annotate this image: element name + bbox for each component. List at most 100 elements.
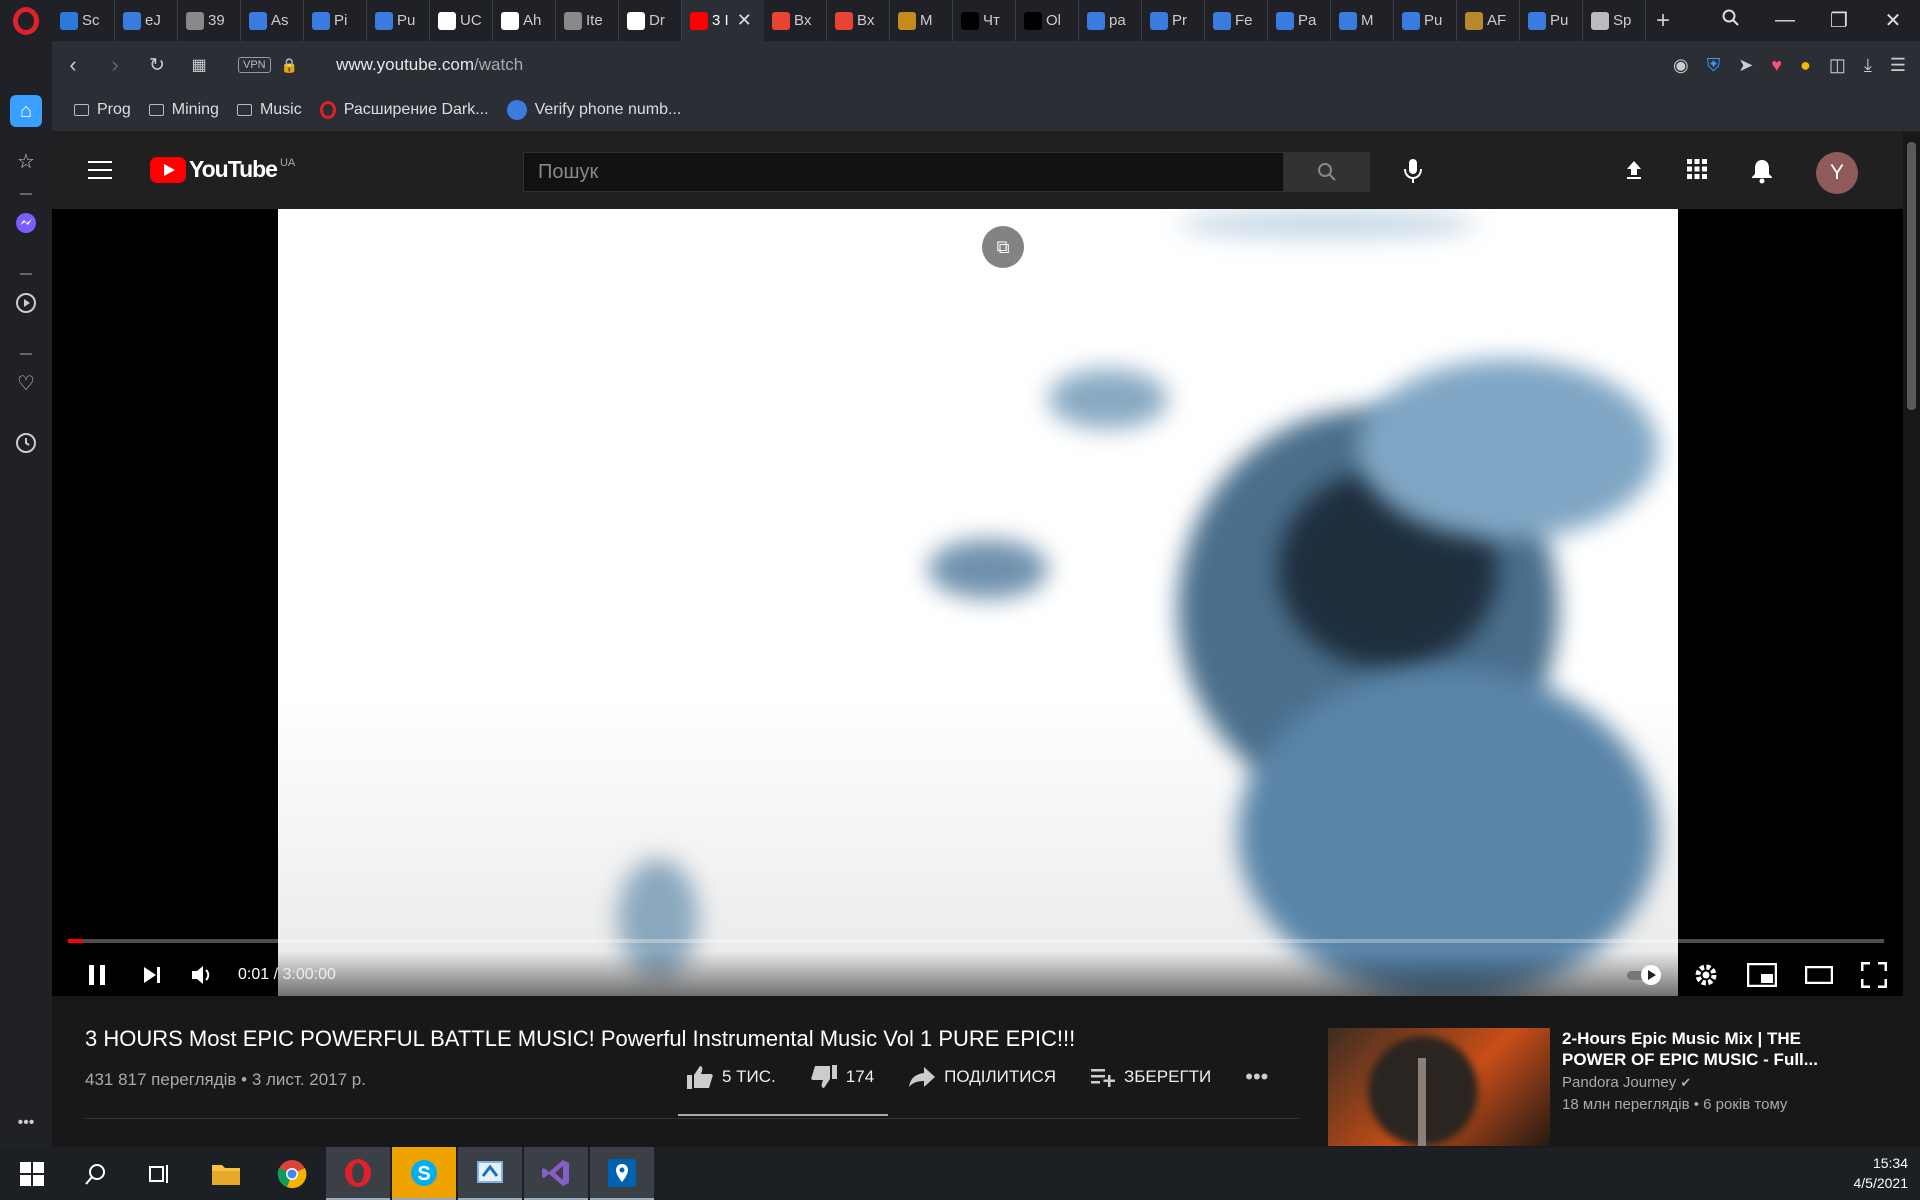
like-button[interactable]: 5 ТИС. <box>686 1064 776 1090</box>
save-button[interactable]: ЗБЕРЕГТИ <box>1090 1066 1211 1088</box>
tab[interactable]: UC <box>430 0 493 41</box>
camera-icon[interactable]: ◉ <box>1673 55 1689 76</box>
tab-search-icon[interactable] <box>1704 9 1758 33</box>
history-icon[interactable] <box>10 427 42 459</box>
tab[interactable]: Pr <box>1142 0 1205 41</box>
cube-icon[interactable]: ◫ <box>1829 55 1846 76</box>
tab[interactable]: Pi <box>304 0 367 41</box>
tab[interactable]: Ah <box>493 0 556 41</box>
scrollbar-thumb[interactable] <box>1907 142 1916 410</box>
easy-setup-icon[interactable]: ☰ <box>1890 55 1906 76</box>
tab[interactable]: Ol <box>1016 0 1079 41</box>
minimize-button[interactable]: — <box>1758 9 1812 32</box>
page-scrollbar[interactable] <box>1903 132 1920 1147</box>
recommended-title[interactable]: 2-Hours Epic Music Mix | THE POWER OF EP… <box>1562 1028 1862 1070</box>
bookmark-item[interactable]: Prog <box>74 101 131 119</box>
opera-taskbar-icon[interactable] <box>326 1147 390 1200</box>
tab[interactable]: As <box>241 0 304 41</box>
tab-active[interactable]: 3 I ✕ <box>682 0 764 41</box>
pause-button[interactable] <box>82 964 112 986</box>
speed-dial-icon[interactable]: ☆ <box>10 145 42 177</box>
new-tab-button[interactable]: + <box>1646 7 1680 35</box>
tab[interactable]: Dr <box>619 0 682 41</box>
heart-icon[interactable]: ♥ <box>1771 55 1782 76</box>
tab[interactable]: Fe <box>1205 0 1268 41</box>
skype-icon[interactable]: S <box>392 1147 456 1200</box>
settings-gear-icon[interactable] <box>1693 962 1719 988</box>
bookmark-item[interactable]: Verify phone numb... <box>506 100 681 120</box>
task-view-icon[interactable] <box>128 1147 192 1200</box>
forward-button[interactable]: › <box>94 52 136 78</box>
bookmark-item[interactable]: Mining <box>148 101 219 119</box>
volume-button[interactable] <box>188 964 218 986</box>
bookmark-item[interactable]: Music <box>236 101 302 119</box>
search-icon[interactable] <box>64 1147 128 1200</box>
video-player[interactable]: ⧉ 0:01 / 3:00:00 <box>52 209 1903 996</box>
share-button[interactable]: ПОДІЛИТИСЯ <box>908 1066 1056 1088</box>
back-button[interactable]: ‹ <box>52 52 94 78</box>
tab[interactable]: Sp <box>1583 0 1646 41</box>
tab[interactable]: Pa <box>1268 0 1331 41</box>
upload-icon[interactable] <box>1622 158 1646 188</box>
messenger-icon[interactable] <box>10 207 42 239</box>
dislike-button[interactable]: 174 <box>810 1064 874 1090</box>
recommended-thumbnail[interactable] <box>1328 1028 1550 1146</box>
tab[interactable]: Sc <box>52 0 115 41</box>
reload-button[interactable]: ↻ <box>136 54 178 77</box>
notifications-bell-icon[interactable] <box>1750 158 1774 190</box>
tab[interactable]: M <box>890 0 953 41</box>
tab[interactable]: AF <box>1457 0 1520 41</box>
favorites-heart-icon[interactable]: ♡ <box>10 367 42 399</box>
more-actions-icon[interactable]: ••• <box>1245 1064 1268 1090</box>
close-window-button[interactable]: ✕ <box>1866 8 1920 33</box>
miniplayer-icon[interactable] <box>1747 963 1777 987</box>
send-icon[interactable]: ➤ <box>1738 55 1753 76</box>
url-field[interactable]: www.youtube.com/watch <box>336 55 523 75</box>
menu-icon[interactable] <box>88 161 112 179</box>
popout-video-icon[interactable]: ⧉ <box>982 226 1024 268</box>
tab-close-icon[interactable]: ✕ <box>737 10 752 31</box>
tab[interactable]: Ite <box>556 0 619 41</box>
bookmark-item[interactable]: Расширение Dark... <box>319 101 489 119</box>
sidebar-more-icon[interactable]: ••• <box>10 1107 42 1139</box>
home-icon[interactable]: ⌂ <box>10 95 42 127</box>
taskbar-clock[interactable]: 15:34 4/5/2021 <box>1854 1153 1909 1193</box>
maps-pin-icon[interactable] <box>590 1147 654 1200</box>
start-windows-icon[interactable] <box>0 1147 64 1200</box>
opera-menu-button[interactable] <box>0 0 52 41</box>
tab[interactable]: Bx <box>827 0 890 41</box>
bulb-icon[interactable]: ● <box>1800 55 1811 76</box>
theater-mode-icon[interactable] <box>1805 966 1833 984</box>
tab[interactable]: 39 <box>178 0 241 41</box>
chrome-icon[interactable] <box>260 1147 324 1200</box>
tab[interactable]: Bx <box>764 0 827 41</box>
avatar[interactable]: Y <box>1816 152 1858 194</box>
lock-icon[interactable]: 🔒 <box>281 57 298 74</box>
youtube-logo[interactable]: YouTube UA <box>150 156 295 183</box>
search-button[interactable] <box>1284 152 1370 192</box>
apps-grid-icon[interactable] <box>1686 158 1708 186</box>
file-explorer-icon[interactable] <box>194 1147 258 1200</box>
microphone-icon[interactable] <box>1398 156 1428 186</box>
video-frame[interactable]: ⧉ <box>278 209 1678 996</box>
snipping-tool-icon[interactable] <box>458 1147 522 1200</box>
visual-studio-icon[interactable] <box>524 1147 588 1200</box>
shield-icon[interactable]: ⛨ <box>1707 55 1721 76</box>
autoplay-toggle[interactable] <box>1625 964 1665 986</box>
next-button[interactable] <box>138 965 166 985</box>
tab[interactable]: eJ <box>115 0 178 41</box>
tab[interactable]: Pu <box>1394 0 1457 41</box>
tab[interactable]: Pu <box>367 0 430 41</box>
tab[interactable]: Чт <box>953 0 1016 41</box>
progress-bar[interactable] <box>68 939 1884 943</box>
player-icon[interactable] <box>10 287 42 319</box>
fullscreen-icon[interactable] <box>1861 962 1887 988</box>
recommended-video[interactable]: 2-Hours Epic Music Mix | THE POWER OF EP… <box>1328 1028 1888 1148</box>
tab[interactable]: M <box>1331 0 1394 41</box>
vpn-badge[interactable]: VPN <box>238 57 271 73</box>
search-input[interactable]: Пошук <box>523 152 1284 192</box>
tab[interactable]: Pu <box>1520 0 1583 41</box>
recommended-channel[interactable]: Pandora Journey ✔ <box>1562 1074 1862 1091</box>
tab[interactable]: pa <box>1079 0 1142 41</box>
tab-grid-icon[interactable]: ▦ <box>178 55 220 75</box>
